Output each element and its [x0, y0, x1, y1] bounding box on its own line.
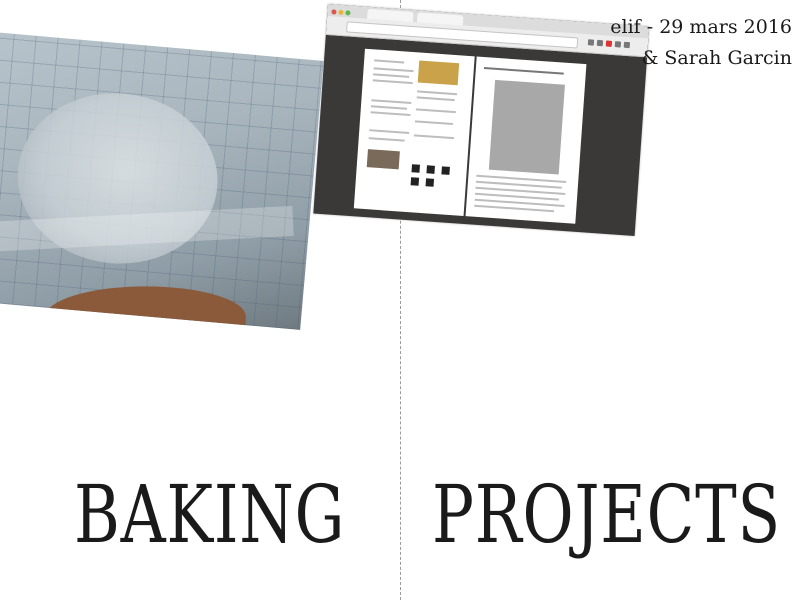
headline-projects: PROJECTS [432, 468, 782, 561]
byline: elif - 29 mars 2016 & Sarah Garcin [610, 12, 792, 74]
extension-icon [596, 39, 604, 47]
dough-photo [0, 30, 324, 330]
byline-authors: & Sarah Garcin [641, 47, 792, 69]
browser-tab [416, 12, 464, 26]
headline-baking: BAKING [74, 468, 346, 561]
browser-screenshot [313, 4, 650, 236]
byline-date: elif - 29 mars 2016 [610, 16, 792, 38]
browser-tab [367, 8, 414, 22]
extension-icon [587, 39, 595, 46]
document-page-left [353, 48, 475, 216]
document-page-right [465, 56, 587, 224]
